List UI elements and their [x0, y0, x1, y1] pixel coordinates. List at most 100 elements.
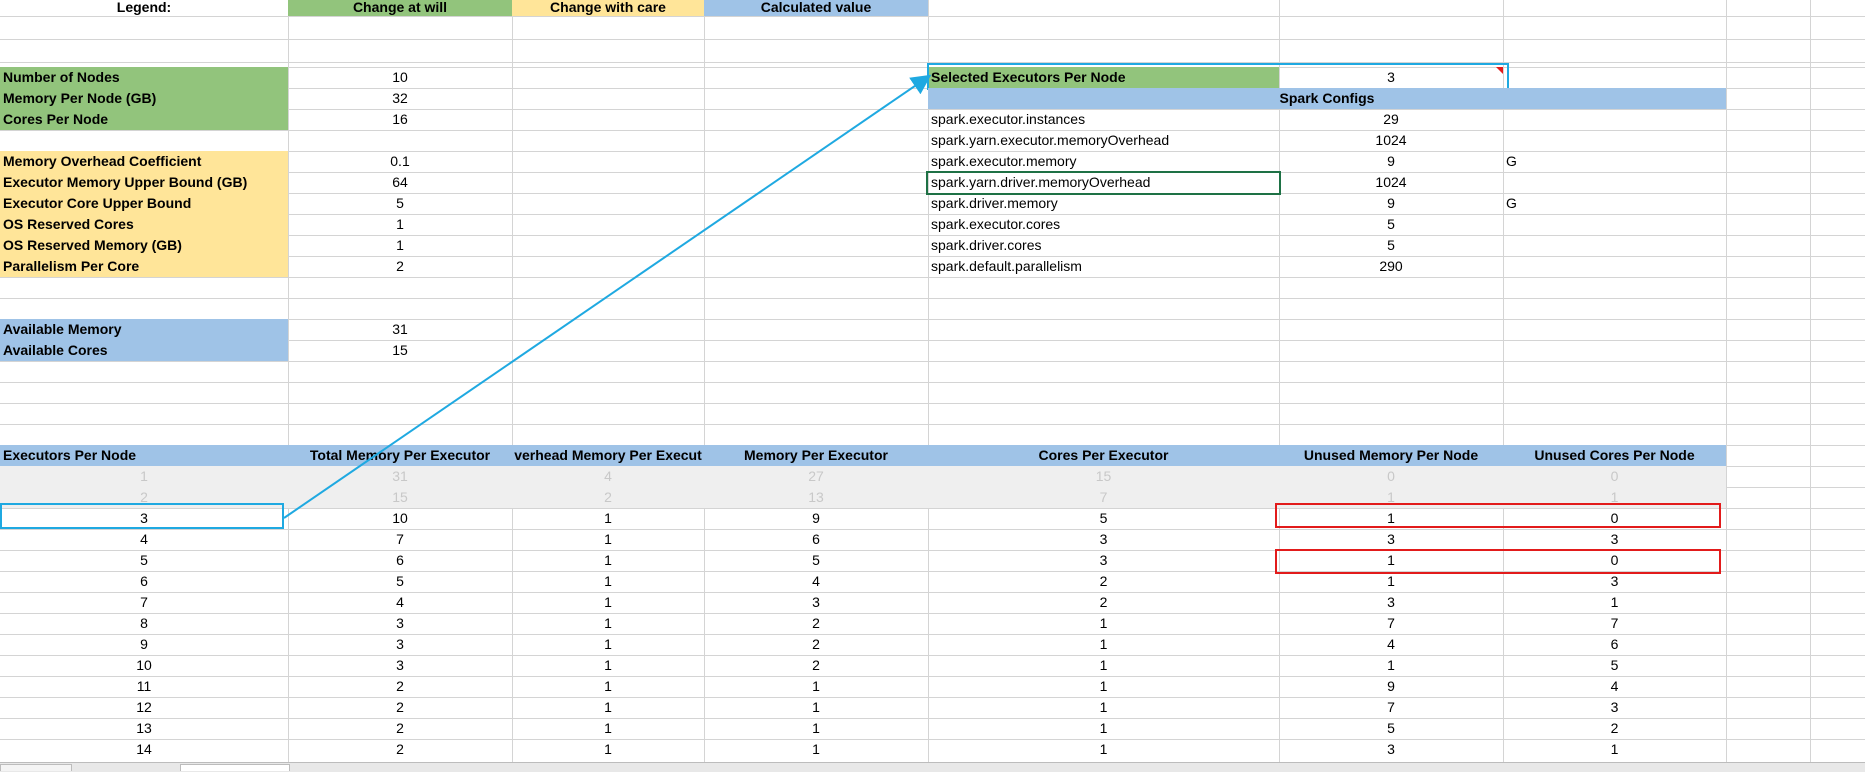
table-cell[interactable]: 4 — [704, 571, 928, 592]
table-cell[interactable]: 14 — [0, 739, 288, 760]
table-cell[interactable]: 2 — [704, 613, 928, 634]
table-cell[interactable]: 2 — [928, 571, 1279, 592]
table-cell[interactable]: 7 — [928, 487, 1279, 508]
table-cell[interactable]: 4 — [1503, 676, 1726, 697]
table-cell[interactable]: 10 — [288, 508, 512, 529]
spark-config-value[interactable]: 5 — [1279, 235, 1503, 256]
table-cell[interactable]: 1 — [1279, 571, 1503, 592]
table-cell[interactable]: 1 — [512, 718, 704, 739]
spark-config-value[interactable]: 29 — [1279, 109, 1503, 130]
spark-config-key[interactable]: spark.executor.instances — [928, 109, 1279, 130]
table-cell[interactable]: 1 — [512, 697, 704, 718]
table-cell[interactable]: 0 — [1279, 466, 1503, 487]
table-cell[interactable]: 6 — [1503, 634, 1726, 655]
table-cell[interactable]: 1 — [1279, 655, 1503, 676]
table-cell[interactable]: 6 — [704, 529, 928, 550]
input-value[interactable]: 0.1 — [288, 151, 512, 172]
table-cell[interactable]: 4 — [1279, 634, 1503, 655]
table-cell[interactable]: 5 — [704, 550, 928, 571]
input-value[interactable]: 64 — [288, 172, 512, 193]
spark-config-key[interactable]: spark.executor.cores — [928, 214, 1279, 235]
table-cell[interactable]: 1 — [512, 634, 704, 655]
table-cell[interactable]: 2 — [512, 487, 704, 508]
table-cell[interactable]: 27 — [704, 466, 928, 487]
table-cell[interactable]: 15 — [288, 487, 512, 508]
table-cell[interactable]: 8 — [0, 613, 288, 634]
table-cell[interactable]: 1 — [512, 529, 704, 550]
table-cell[interactable]: 1 — [928, 697, 1279, 718]
table-cell[interactable]: 1 — [928, 676, 1279, 697]
spark-config-key[interactable]: spark.executor.memory — [928, 151, 1279, 172]
table-cell[interactable]: 2 — [288, 697, 512, 718]
comment-indicator-icon[interactable] — [1496, 67, 1503, 74]
table-cell[interactable]: 4 — [288, 592, 512, 613]
table-cell[interactable]: 3 — [928, 550, 1279, 571]
table-cell[interactable]: 5 — [0, 550, 288, 571]
spark-config-key[interactable]: spark.driver.cores — [928, 235, 1279, 256]
table-cell[interactable]: 3 — [1503, 697, 1726, 718]
table-header[interactable]: Unused Memory Per Node — [1279, 445, 1503, 466]
table-cell[interactable]: 3 — [1503, 571, 1726, 592]
table-cell[interactable]: 3 — [288, 613, 512, 634]
table-cell[interactable]: 1 — [928, 613, 1279, 634]
table-cell[interactable]: 0 — [1503, 466, 1726, 487]
sheet-tab-1[interactable] — [0, 764, 72, 771]
table-cell[interactable]: 3 — [1279, 529, 1503, 550]
table-cell[interactable]: 7 — [1503, 613, 1726, 634]
table-cell[interactable]: 3 — [1279, 592, 1503, 613]
table-cell[interactable]: 1 — [1503, 739, 1726, 760]
table-cell[interactable]: 1 — [512, 676, 704, 697]
table-cell[interactable]: 1 — [704, 676, 928, 697]
table-cell[interactable]: 9 — [704, 508, 928, 529]
input-value[interactable]: 10 — [288, 67, 512, 88]
table-cell[interactable]: 2 — [928, 592, 1279, 613]
table-cell[interactable]: 1 — [928, 718, 1279, 739]
table-cell[interactable]: 3 — [1503, 529, 1726, 550]
table-cell[interactable]: 3 — [928, 529, 1279, 550]
spark-config-value[interactable]: 5 — [1279, 214, 1503, 235]
table-cell[interactable]: 3 — [704, 592, 928, 613]
table-cell[interactable]: 3 — [288, 634, 512, 655]
table-cell[interactable]: 1 — [512, 655, 704, 676]
table-cell[interactable]: 7 — [0, 592, 288, 613]
table-cell[interactable]: 13 — [704, 487, 928, 508]
table-cell[interactable]: 1 — [704, 718, 928, 739]
table-cell[interactable]: 1 — [928, 739, 1279, 760]
table-cell[interactable]: 3 — [1279, 739, 1503, 760]
table-cell[interactable]: 1 — [704, 739, 928, 760]
input-value[interactable]: 16 — [288, 109, 512, 130]
table-cell[interactable]: 1 — [0, 466, 288, 487]
table-cell[interactable]: 1 — [928, 655, 1279, 676]
table-cell[interactable]: 6 — [288, 550, 512, 571]
table-header[interactable]: Unused Cores Per Node — [1503, 445, 1726, 466]
spark-config-key[interactable]: spark.default.parallelism — [928, 256, 1279, 277]
input-value[interactable]: 1 — [288, 235, 512, 256]
input-value[interactable]: 15 — [288, 340, 512, 361]
table-cell[interactable]: 2 — [704, 634, 928, 655]
table-cell[interactable]: 13 — [0, 718, 288, 739]
spark-config-value[interactable]: 1024 — [1279, 130, 1503, 151]
table-cell[interactable]: 2 — [288, 676, 512, 697]
spark-config-key[interactable]: spark.driver.memory — [928, 193, 1279, 214]
table-cell[interactable]: 1 — [512, 571, 704, 592]
input-value[interactable]: 5 — [288, 193, 512, 214]
sheet-tab-active[interactable] — [180, 764, 290, 771]
table-cell[interactable]: 7 — [288, 529, 512, 550]
table-cell[interactable]: 1 — [512, 613, 704, 634]
input-value[interactable]: 31 — [288, 319, 512, 340]
input-value[interactable]: 2 — [288, 256, 512, 277]
table-cell[interactable]: 5 — [1279, 718, 1503, 739]
spark-config-value[interactable]: 9 — [1279, 151, 1503, 172]
spark-config-value[interactable]: 1024 — [1279, 172, 1503, 193]
table-cell[interactable]: 1 — [704, 697, 928, 718]
table-cell[interactable]: 12 — [0, 697, 288, 718]
input-value[interactable]: 1 — [288, 214, 512, 235]
table-cell[interactable]: 1 — [928, 634, 1279, 655]
table-cell[interactable]: 31 — [288, 466, 512, 487]
spark-config-key[interactable]: spark.yarn.executor.memoryOverhead — [928, 130, 1279, 151]
table-cell[interactable]: 5 — [1503, 655, 1726, 676]
table-cell[interactable]: 2 — [288, 739, 512, 760]
table-header[interactable]: verhead Memory Per Execut — [512, 445, 704, 466]
table-cell[interactable]: 3 — [288, 655, 512, 676]
table-cell[interactable]: 1 — [512, 508, 704, 529]
